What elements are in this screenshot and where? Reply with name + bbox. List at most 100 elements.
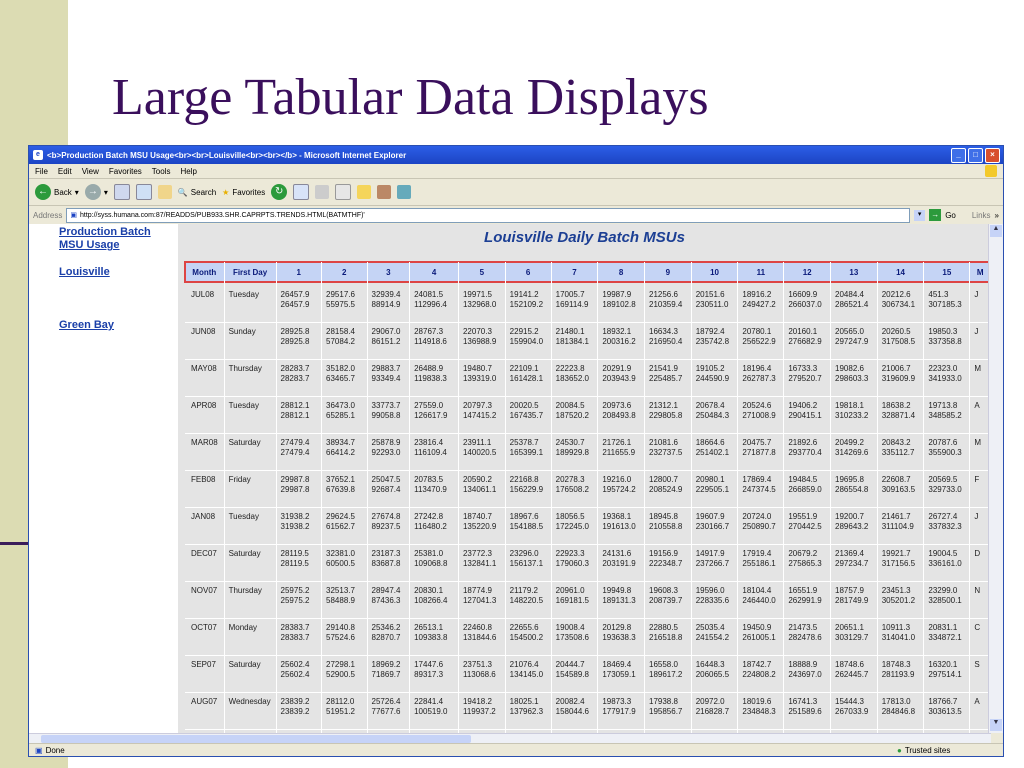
scroll-down-icon[interactable]: ▼ [990,719,1002,731]
msu-cell: 36473.0 65285.1 [321,396,368,434]
msu-cell: 32939.4 88914.9 [367,282,411,323]
cumulative-value: 290415.1 [788,411,822,420]
favorites-button[interactable]: ★ Favorites [222,188,265,197]
month-cell: OCT07 [185,618,225,656]
table-row: FEB08 Friday 29987.8 29987.8 37652.1 67639.8 2… [185,470,991,508]
daily-value: 25381.0 [414,549,444,558]
links-label[interactable]: Links [972,211,991,220]
cumulative-value: 341933.0 [928,374,962,383]
scroll-up-icon[interactable]: ▲ [990,225,1002,237]
cumulative-value: 229805.8 [649,411,683,420]
url-input[interactable]: ▣ http://syss.humana.com:87/READDS/PUB933… [66,207,911,223]
table-row: APR08 Tuesday 28812.1 28812.1 36473.0 65285.1… [185,396,991,434]
mail-icon[interactable] [293,184,310,200]
cumulative-value: 229505.1 [695,485,730,494]
cumulative-value: 208493.8 [602,411,636,420]
cumulative-value: 179060.3 [555,559,589,568]
stop-icon[interactable] [113,184,130,200]
minimize-icon[interactable]: _ [951,148,966,163]
msu-cell: 19480.7 139319.0 [458,359,506,397]
cumulative-value: 29987.8 [280,485,310,494]
menu-edit[interactable]: Edit [58,167,72,176]
menu-tools[interactable]: Tools [152,167,171,176]
msu-cell: 18025.1 137962.3 [505,692,552,730]
window-titlebar: e <b>Production Batch MSU Usage<br><br>L… [29,146,1003,164]
search-button[interactable]: 🔍 Search [178,188,216,197]
history-icon[interactable]: ↻ [271,184,288,200]
daily-value: 33773.7 [371,401,401,410]
cumulative-value: 88914.9 [371,300,401,309]
home-icon[interactable] [157,185,172,199]
scroll-thumb[interactable] [41,735,471,743]
cumulative-value: 132841.1 [462,559,497,568]
cumulative-value: 241554.2 [695,633,730,642]
cumulative-value: 136988.9 [462,337,497,346]
messenger-icon[interactable] [397,185,412,199]
vertical-scrollbar[interactable]: ▲ ▼ [988,224,1003,733]
go-arrow-icon[interactable]: → [929,209,942,221]
cumulative-value: 246440.0 [742,596,776,605]
maximize-icon[interactable]: □ [968,148,983,163]
daily-value: 31938.2 [280,512,310,521]
daily-value: 18757.9 [835,586,864,595]
sidebar-link-louisville[interactable]: Louisville [59,266,110,279]
msu-cell: 21312.1 229805.8 [644,396,692,434]
back-button[interactable]: ← Back ▾ [35,184,79,200]
forward-button[interactable]: → ▾ [84,184,108,200]
daily-value: 17005.7 [555,290,585,299]
msu-cell: 20797.3 147415.2 [458,396,506,434]
daily-value: 20565.0 [835,327,864,336]
msu-cell: 18774.9 127041.3 [458,581,506,619]
go-button[interactable]: Go [945,211,956,220]
cumulative-value: 216518.8 [649,633,683,642]
cumulative-value: 134061.1 [462,485,497,494]
cumulative-value: 297247.9 [835,337,869,346]
close-icon[interactable]: × [985,148,1000,163]
menu-file[interactable]: File [35,167,48,176]
cumulative-value: 173059.1 [602,670,636,679]
msu-cell: 20724.0 250890.7 [737,507,785,545]
refresh-icon[interactable] [135,184,152,200]
cumulative-value: 169181.5 [555,596,589,605]
cumulative-value: 261005.1 [742,633,776,642]
daily-value: 20020.5 [509,401,539,410]
msu-cell: 21726.1 211655.9 [597,433,645,471]
msu-cell: 20524.6 271008.9 [737,396,785,434]
month-cell: FEB08 [185,470,225,508]
msu-cell: 18104.4 246440.0 [737,581,785,619]
research-icon[interactable] [377,185,392,199]
msu-cell: 37652.1 67639.8 [321,470,368,508]
sidebar-link-green-bay[interactable]: Green Bay [59,319,114,332]
first-day-cell: Tuesday [224,507,277,545]
month-cell: AUG07 [185,692,225,730]
daily-value: 20129.8 [602,623,632,632]
menu-view[interactable]: View [82,167,99,176]
cumulative-value: 109068.8 [414,559,448,568]
msu-cell: 18740.7 135220.9 [458,507,506,545]
sidebar-heading-link[interactable]: Production Batch MSU Usage [59,226,169,252]
daily-value: 20797.3 [462,401,492,410]
msu-cell: 19156.9 222348.7 [644,544,692,582]
edit-icon[interactable] [335,184,352,200]
daily-value: 20783.5 [414,475,444,484]
address-dropdown-icon[interactable]: ▾ [914,209,926,221]
cumulative-value: 55975.5 [326,300,355,309]
msu-cell: 20084.5 187520.2 [551,396,599,434]
daily-value: 21480.1 [555,327,585,336]
menu-help[interactable]: Help [180,167,196,176]
msu-cell: 28947.4 87436.3 [367,581,411,619]
menu-favorites[interactable]: Favorites [109,167,142,176]
msu-cell: 20020.5 167435.7 [505,396,552,434]
column-header: 5 [458,262,506,282]
msu-cell: 17813.0 284846.8 [877,692,925,730]
print-icon[interactable] [315,185,330,199]
msu-cell: 18748.6 262445.7 [830,655,878,693]
daily-value: 19695.8 [835,475,864,484]
daily-value: 18025.1 [509,697,539,706]
folder-icon[interactable] [357,185,372,199]
daily-value: 29140.8 [326,623,355,632]
cumulative-value: 309163.5 [881,485,916,494]
msu-cell: 19949.8 189131.3 [597,581,645,619]
links-chevron-icon[interactable]: » [995,211,999,220]
msu-cell: 23296.0 156137.1 [505,544,552,582]
